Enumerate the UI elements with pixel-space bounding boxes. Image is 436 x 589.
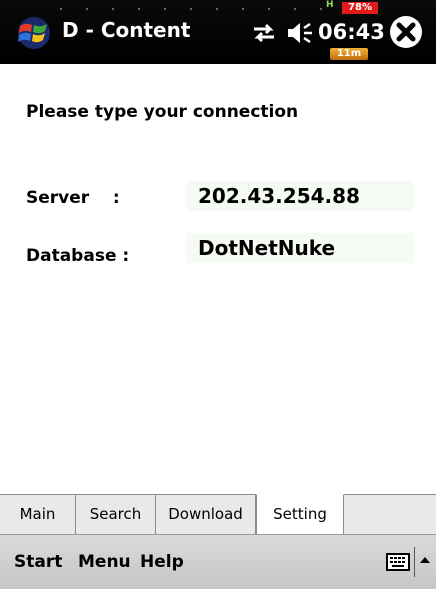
settings-content: Please type your connection Server : 202… (0, 64, 436, 494)
tab-main[interactable]: Main (0, 495, 76, 534)
connection-prompt: Please type your connection (26, 102, 299, 122)
close-button[interactable] (390, 16, 422, 48)
tab-download[interactable]: Download (156, 495, 256, 534)
signal-badge: 11m (330, 48, 368, 60)
arrow-up-icon[interactable] (418, 553, 432, 567)
sip-divider (414, 547, 415, 577)
title-bar: D - Content H 78% 06:43 11m (0, 0, 436, 64)
tab-setting[interactable]: Setting (256, 494, 344, 534)
database-label: Database : (26, 246, 130, 266)
database-input[interactable]: DotNetNuke (186, 233, 414, 263)
server-input[interactable]: 202.43.254.88 (186, 181, 414, 211)
windows-flag-icon[interactable] (14, 16, 54, 50)
tab-search[interactable]: Search (76, 495, 156, 534)
network-indicator: H (326, 0, 334, 10)
keyboard-icon[interactable] (386, 553, 410, 571)
start-menu-button[interactable]: Start (14, 552, 62, 572)
speaker-icon[interactable] (286, 20, 314, 46)
clock[interactable]: 06:43 (318, 20, 385, 44)
help-button[interactable]: Help (140, 552, 184, 572)
tab-bar: Main Search Download Setting (0, 494, 436, 535)
server-label: Server : (26, 188, 120, 208)
close-icon (391, 17, 421, 47)
battery-percent: 78% (348, 2, 372, 13)
menu-button[interactable]: Menu (78, 552, 131, 572)
window-title: D - Content (62, 18, 191, 42)
battery-indicator[interactable]: 78% (342, 2, 378, 14)
connectivity-arrows-icon[interactable] (250, 22, 278, 44)
menu-bar: Start Menu Help (0, 534, 436, 589)
